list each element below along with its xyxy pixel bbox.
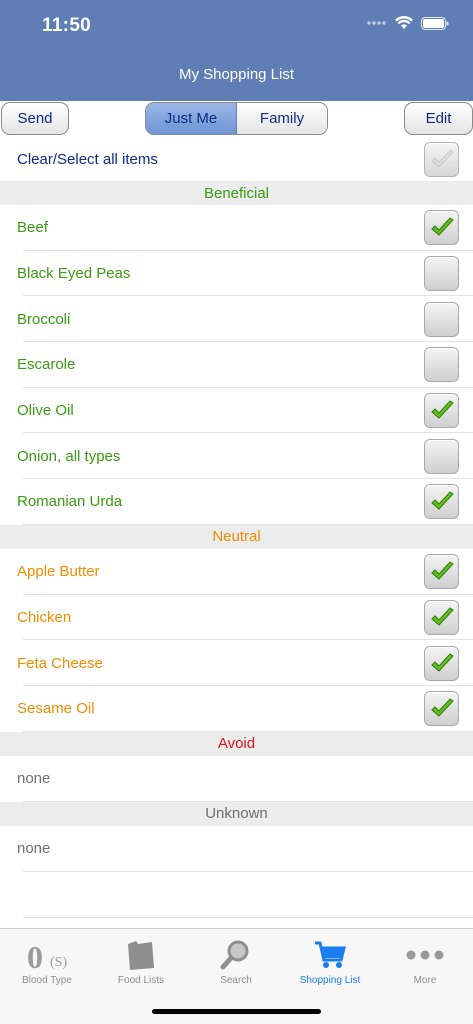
item-checkbox[interactable] [424, 554, 459, 590]
item-checkbox[interactable] [424, 645, 459, 681]
list-item-label: Sesame Oil [17, 700, 95, 718]
list-item[interactable]: Beef [0, 205, 473, 251]
list-item-label: Romanian Urda [17, 493, 123, 511]
segment-family[interactable]: Family [237, 103, 327, 134]
svg-text:(S): (S) [50, 955, 67, 970]
item-checkbox[interactable] [424, 256, 459, 292]
row-divider [23, 916, 473, 918]
item-checkbox[interactable] [424, 210, 459, 246]
tab-label-food-lists: Food Lists [117, 975, 165, 986]
food-lists-icon [94, 935, 188, 975]
tab-label-more: More [413, 975, 437, 986]
item-checkbox[interactable] [424, 484, 459, 520]
section-header: Neutral [0, 524, 473, 549]
status-icons [367, 16, 449, 30]
list-item-label: none [17, 840, 51, 858]
list-item-label: none [17, 770, 51, 788]
row-divider [23, 800, 473, 802]
sections-container: Beneficial Beef Black Eyed Peas Broccoli Esc… [0, 181, 473, 918]
blood-type-icon: 0 (S) [0, 935, 94, 975]
list-item-label: Chicken [17, 608, 72, 626]
checkmark-icon [431, 148, 454, 168]
audience-segmented-control: Just Me Family [145, 102, 328, 135]
row-divider [23, 730, 473, 732]
list-item-label: Beef [17, 219, 48, 237]
segment-just-me[interactable]: Just Me [146, 103, 237, 134]
search-icon [189, 935, 283, 975]
list-item-label: Apple Butter [17, 563, 100, 581]
section-header: Beneficial [0, 181, 473, 205]
checkmark-icon [431, 607, 454, 626]
list-item: none [0, 756, 473, 802]
checkmark-icon [431, 491, 454, 511]
battery-icon [421, 16, 449, 30]
empty-row [0, 872, 473, 918]
list-item[interactable]: Feta Cheese [0, 640, 473, 686]
tab-label-search: Search [220, 975, 252, 986]
list-item[interactable]: Chicken [0, 595, 473, 641]
checkmark-icon [431, 652, 454, 672]
checkmark-icon [431, 217, 454, 237]
section-header: Avoid [0, 731, 473, 756]
item-checkbox[interactable] [424, 347, 459, 383]
checkmark-icon [431, 400, 454, 419]
cart-icon [283, 935, 377, 975]
clear-select-all-label: Clear/Select all items [17, 150, 158, 168]
item-checkbox[interactable] [424, 599, 459, 635]
toolbar: Send Just Me Family Edit [0, 101, 473, 137]
checkmark-icon [431, 698, 454, 717]
list-item-label: Onion, all types [17, 447, 121, 465]
list-item[interactable]: Escarole [0, 342, 473, 388]
status-time: 11:50 [42, 15, 92, 36]
edit-button[interactable]: Edit [404, 102, 473, 135]
tab-label-blood-type: Blood Type [22, 975, 72, 986]
tab-label-shopping-list: Shopping List [299, 975, 361, 986]
cellular-signal-icon [367, 21, 386, 25]
list-item[interactable]: Apple Butter [0, 549, 473, 595]
section-header: Unknown [0, 801, 473, 826]
item-checkbox[interactable] [424, 691, 459, 727]
home-indicator [152, 1009, 321, 1014]
more-icon [378, 935, 472, 975]
list-item[interactable]: Sesame Oil [0, 686, 473, 732]
list-item[interactable]: Black Eyed Peas [0, 251, 473, 297]
list-item-label: Olive Oil [17, 402, 74, 420]
svg-text:0: 0 [27, 939, 43, 972]
list-item-label: Feta Cheese [17, 654, 103, 672]
clear-select-all-row[interactable]: Clear/Select all items [0, 137, 473, 181]
tab-food-lists[interactable]: Food Lists [94, 935, 188, 986]
page-title: My Shopping List [178, 66, 295, 83]
item-checkbox[interactable] [424, 393, 459, 429]
tab-blood-type[interactable]: 0 (S) Blood Type [0, 935, 94, 986]
list-item[interactable]: Olive Oil [0, 388, 473, 434]
clear-select-all-checkbox[interactable] [424, 141, 459, 177]
checkmark-icon [431, 561, 454, 580]
shopping-list: Clear/Select all items Beneficial Beef Bla… [0, 137, 473, 918]
wifi-icon [395, 16, 413, 29]
list-item-label: Broccoli [17, 310, 71, 328]
tab-search[interactable]: Search [189, 935, 283, 986]
tab-shopping-list[interactable]: Shopping List [283, 935, 377, 986]
send-button[interactable]: Send [1, 102, 69, 135]
list-item[interactable]: Broccoli [0, 296, 473, 343]
list-item[interactable]: Romanian Urda [0, 479, 473, 525]
list-item-label: Escarole [17, 356, 76, 374]
row-divider [23, 523, 473, 525]
item-checkbox[interactable] [424, 438, 459, 474]
list-item: none [0, 826, 473, 872]
item-checkbox[interactable] [424, 301, 459, 337]
tab-more[interactable]: More [378, 935, 472, 986]
list-item-label: Black Eyed Peas [17, 265, 131, 283]
navigation-header: 11:50 My Shopping List [0, 0, 473, 101]
list-item[interactable]: Onion, all types [0, 433, 473, 480]
